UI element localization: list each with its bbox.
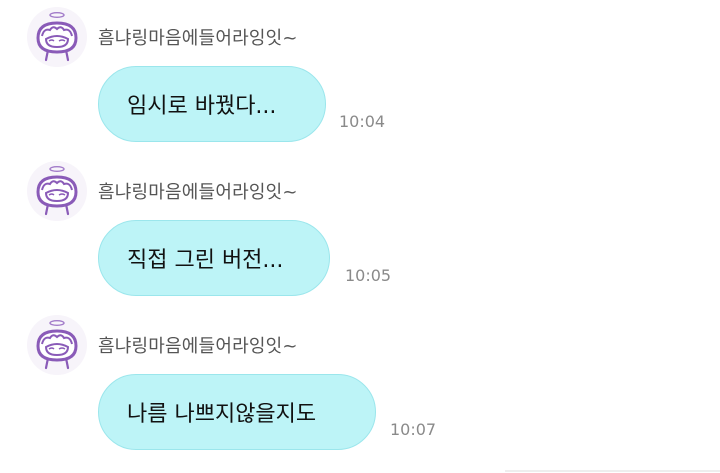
message-group: 흠냐링마음에들어라잉잇~ 임시로 바꿨다... 10:04 bbox=[0, 0, 720, 150]
message-timestamp: 10:07 bbox=[390, 420, 437, 439]
message-bubble[interactable]: 나름 나쁘지않을지도 bbox=[98, 374, 376, 450]
avatar-character-icon bbox=[27, 7, 87, 67]
divider bbox=[505, 470, 720, 472]
avatar[interactable] bbox=[26, 6, 88, 68]
avatar-character-icon bbox=[27, 315, 87, 375]
message-timestamp: 10:05 bbox=[345, 266, 392, 285]
avatar-character-icon bbox=[27, 161, 87, 221]
message-timestamp: 10:04 bbox=[339, 112, 386, 131]
message-group: 흠냐링마음에들어라잉잇~ 나름 나쁘지않을지도 10:07 bbox=[0, 308, 720, 458]
avatar[interactable] bbox=[26, 314, 88, 376]
message-group: 흠냐링마음에들어라잉잇~ 직접 그린 버전... 10:05 bbox=[0, 154, 720, 304]
sender-name: 흠냐링마음에들어라잉잇~ bbox=[98, 28, 298, 49]
sender-name: 흠냐링마음에들어라잉잇~ bbox=[98, 182, 298, 203]
message-bubble[interactable]: 직접 그린 버전... bbox=[98, 220, 330, 296]
avatar[interactable] bbox=[26, 160, 88, 222]
sender-name: 흠냐링마음에들어라잉잇~ bbox=[98, 336, 298, 357]
message-bubble[interactable]: 임시로 바꿨다... bbox=[98, 66, 326, 142]
